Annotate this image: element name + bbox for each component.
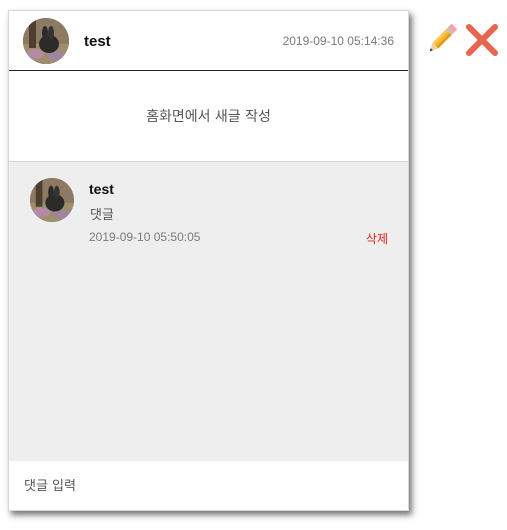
post-header: test 2019-09-10 05:14:36 (9, 11, 408, 71)
post-author: test (84, 33, 111, 50)
comment-text: 댓글 (90, 208, 114, 223)
profile-photo-icon (30, 178, 74, 222)
avatar (30, 178, 74, 222)
comment-timestamp: 2019-09-10 05:50:05 (89, 230, 201, 244)
post-timestamp: 2019-09-10 05:14:36 (282, 34, 394, 48)
avatar (23, 18, 69, 64)
post-card: test 2019-09-10 05:14:36 홈화면에서 새글 작성 tes… (8, 10, 409, 511)
comment-list: test 댓글 2019-09-10 05:50:05 삭제 (9, 162, 408, 461)
comment-input[interactable] (9, 461, 408, 510)
close-icon (466, 24, 498, 56)
profile-photo-icon (23, 18, 69, 64)
edit-post-button[interactable] (423, 22, 459, 58)
list-item: test 댓글 2019-09-10 05:50:05 삭제 (9, 162, 408, 252)
pencil-icon (429, 23, 458, 52)
comment-author: test (89, 181, 114, 197)
post-content: 홈화면에서 새글 작성 (9, 71, 408, 162)
delete-comment-link[interactable]: 삭제 (366, 230, 388, 247)
delete-post-button[interactable] (464, 22, 500, 58)
